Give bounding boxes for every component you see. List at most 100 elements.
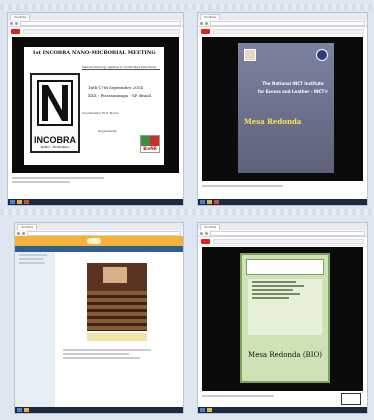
url-input[interactable] — [20, 20, 181, 26]
slide-title: 1st INCOBRA NANO-MICROBIAL MEETING — [32, 50, 156, 56]
taskbar — [8, 199, 183, 205]
slide-highlight-text: Mesa Redonda — [244, 117, 302, 126]
slide-bullet — [252, 293, 301, 295]
taskbar-app[interactable] — [17, 200, 22, 204]
forward-icon[interactable] — [15, 21, 18, 25]
video-player[interactable]: The National INCT Institute for Excess a… — [202, 37, 363, 181]
sidebar-item[interactable] — [19, 258, 43, 260]
coordinator-label: Coordenador Prof. Nome — [82, 111, 119, 115]
slide-bullet — [252, 297, 289, 299]
taskbar-app[interactable] — [214, 200, 219, 204]
comment-line — [63, 357, 140, 359]
address-bar — [8, 20, 183, 27]
screen-glow — [103, 267, 127, 283]
browser-tab-bar: YouTube — [15, 223, 183, 230]
search-input[interactable] — [213, 28, 364, 34]
logo-left-icon — [244, 49, 256, 61]
forward-icon[interactable] — [205, 231, 208, 235]
search-input[interactable] — [23, 28, 180, 34]
video-info — [202, 393, 363, 405]
logo-right-icon — [316, 49, 328, 61]
back-icon[interactable] — [200, 21, 203, 25]
youtube-header — [198, 237, 367, 246]
slide-bullet — [252, 289, 293, 291]
video-title-line[interactable] — [202, 395, 275, 397]
incobra-logo: INCOBRA NANO - MICROBIAL — [30, 73, 80, 153]
browser-tab-bar: YouTube — [8, 13, 183, 20]
screenshot-panel-3: YouTube — [14, 222, 184, 414]
start-button[interactable] — [17, 408, 22, 412]
embedded-video[interactable] — [87, 263, 147, 331]
slide: 1st INCOBRA NANO-MICROBIAL MEETING Nanot… — [24, 47, 164, 165]
background-stripe — [0, 209, 374, 215]
video-title-line[interactable] — [12, 177, 104, 179]
video-info — [12, 175, 179, 193]
forward-icon[interactable] — [205, 21, 208, 25]
taskbar — [198, 199, 367, 205]
back-icon[interactable] — [10, 21, 13, 25]
browser-tab-bar: YouTube — [198, 223, 367, 230]
url-input[interactable] — [210, 20, 365, 26]
taskbar-app[interactable] — [24, 200, 29, 204]
address-bar — [198, 20, 367, 27]
slide-header — [246, 259, 324, 275]
youtube-logo-icon[interactable] — [201, 28, 210, 34]
video-player[interactable]: 1st INCOBRA NANO-MICROBIAL MEETING Nanot… — [12, 37, 179, 173]
back-icon[interactable] — [200, 231, 203, 235]
forward-icon[interactable] — [22, 231, 25, 235]
bionr-logo-image — [141, 136, 159, 146]
start-button[interactable] — [200, 200, 205, 204]
url-input[interactable] — [210, 230, 365, 236]
popup-box[interactable] — [341, 393, 361, 405]
bionr-logo-text: BioNR — [143, 146, 157, 151]
video-meta-line — [12, 181, 71, 183]
sidebar-item[interactable] — [19, 254, 47, 256]
taskbar-app[interactable] — [207, 408, 212, 412]
search-input[interactable] — [213, 238, 364, 244]
youtube-logo-icon[interactable] — [201, 238, 210, 244]
site-logo-icon[interactable] — [87, 238, 101, 244]
signature-text: Mesa Redonda (BIO) — [248, 351, 322, 359]
screenshot-panel-1: YouTube 1st INCOBRA NANO-MICROBIAL MEETI… — [7, 12, 184, 206]
slide: Mesa Redonda (BIO) — [240, 253, 330, 383]
taskbar — [15, 407, 183, 413]
youtube-header — [8, 27, 183, 36]
slide-body — [248, 279, 322, 335]
browser-tab[interactable]: YouTube — [200, 13, 221, 20]
taskbar — [198, 407, 367, 413]
start-button[interactable] — [10, 200, 15, 204]
n-logo-icon — [37, 80, 73, 126]
slide-bullet — [252, 281, 297, 283]
youtube-header — [198, 27, 367, 36]
comment-line — [63, 353, 129, 355]
background-stripe — [0, 4, 374, 10]
logo-text: INCOBRA — [34, 135, 76, 145]
dates-text: 16th-17th September 2014 — [88, 85, 143, 90]
comment-line — [63, 349, 151, 351]
video-title-line[interactable] — [202, 185, 283, 187]
taskbar-app[interactable] — [207, 200, 212, 204]
browser-tab-bar: YouTube — [198, 13, 367, 20]
sidebar-item[interactable] — [19, 262, 45, 264]
slide-bullet — [252, 285, 304, 287]
screenshot-panel-4: YouTube Mesa Redonda (BIO) — [197, 222, 368, 414]
bionr-logo: BioNR — [140, 135, 160, 153]
slide-title-2: for Excess and Leather - INCT® — [257, 89, 329, 94]
browser-tab[interactable]: YouTube — [10, 13, 31, 20]
slide: The National INCT Institute for Excess a… — [238, 43, 334, 173]
url-input[interactable] — [27, 230, 181, 236]
site-header — [15, 236, 183, 246]
browser-tab[interactable]: YouTube — [17, 223, 38, 230]
slide-title-1: The National INCT Institute — [262, 81, 324, 86]
slide-subtitle: Nanotechnology applied to Controlled Inf… — [82, 65, 160, 70]
video-player[interactable]: Mesa Redonda (BIO) — [202, 247, 363, 391]
youtube-logo-icon[interactable] — [11, 28, 20, 34]
taskbar-app[interactable] — [24, 408, 29, 412]
browser-tab[interactable]: YouTube — [200, 223, 221, 230]
place-text: XXX - Pirassununga - SP, Brasil — [88, 93, 151, 98]
video-caption-bar — [87, 333, 147, 341]
back-icon[interactable] — [17, 231, 20, 235]
start-button[interactable] — [200, 408, 205, 412]
video-info — [202, 183, 363, 195]
comment-area — [59, 347, 169, 405]
